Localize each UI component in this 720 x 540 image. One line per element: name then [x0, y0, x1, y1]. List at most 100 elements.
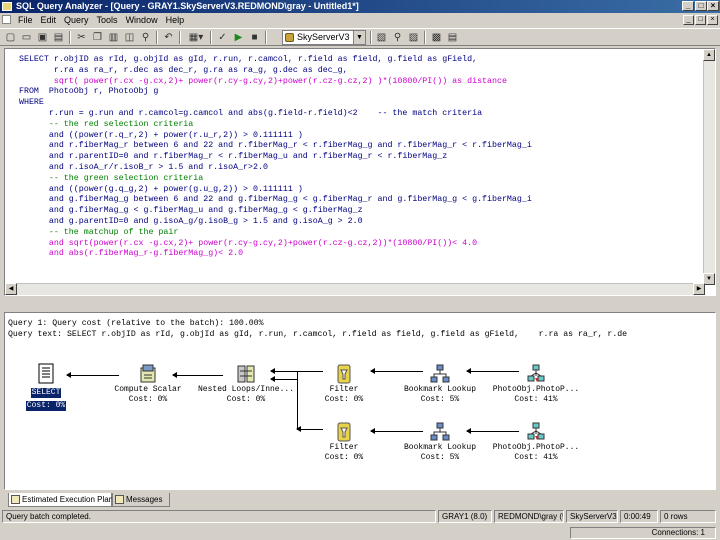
editor-horizontal-scrollbar[interactable]: ◀ ▶ — [5, 283, 705, 295]
show-results-pane-icon[interactable]: ▩ — [430, 31, 443, 44]
plan-node-filter[interactable]: Filter Cost: 0% — [289, 363, 399, 405]
object-search-icon[interactable]: ⚲ — [391, 31, 404, 44]
code-line[interactable]: and r.fiberMag_r between 6 and 22 and r.… — [19, 141, 699, 152]
plan-node-cost: Cost: 5% — [420, 453, 460, 462]
editor-vertical-scrollbar[interactable]: ▲ ▼ — [703, 49, 715, 285]
close-button[interactable]: × — [707, 1, 719, 11]
toolbar-separator — [69, 31, 71, 44]
insert-template-icon[interactable]: ▤ — [52, 31, 65, 44]
status-database: SkyServerV3 — [566, 510, 618, 523]
database-select[interactable]: SkyServerV3 ▼ — [282, 30, 366, 45]
menu-items: File Edit Query Tools Window Help — [14, 13, 188, 27]
menu-edit[interactable]: Edit — [37, 13, 61, 27]
scroll-up-arrow-icon[interactable]: ▲ — [703, 49, 715, 61]
child-minimize-button[interactable]: _ — [683, 15, 694, 25]
title-bar[interactable]: SQL Query Analyzer - [Query - GRAY1.SkyS… — [0, 0, 720, 13]
plan-node-label: Filter — [329, 443, 359, 452]
scroll-left-arrow-icon[interactable]: ◀ — [5, 283, 17, 295]
plan-node-bookmark-lookup[interactable]: Bookmark Lookup Cost: 5% — [385, 421, 495, 463]
code-line[interactable]: and g.parentID=0 and g.isoA_g/g.isoB_g >… — [19, 217, 699, 228]
tab-label: Messages — [126, 495, 163, 504]
menu-window[interactable]: Window — [122, 13, 162, 27]
code-line[interactable]: -- the matchup of the pair — [19, 228, 699, 239]
minimize-button[interactable]: _ — [682, 1, 694, 11]
status-user: REDMOND\gray (51) — [494, 510, 564, 523]
tab-estimated-execution-plan[interactable]: Estimated Execution Plan — [8, 493, 114, 507]
new-query-icon[interactable]: ▢ — [4, 31, 17, 44]
code-line[interactable]: r.ra as ra_r, r.dec as dec_r, g.ra as ra… — [19, 66, 699, 77]
code-line[interactable]: WHERE — [19, 98, 699, 109]
find-icon[interactable]: ⚲ — [139, 31, 152, 44]
database-icon — [285, 33, 294, 42]
code-line[interactable]: -- the green selection criteria — [19, 174, 699, 185]
help-icon[interactable]: ▤ — [446, 31, 459, 44]
menu-help[interactable]: Help — [162, 13, 189, 27]
child-restore-button[interactable]: □ — [695, 15, 706, 25]
plan-node-select[interactable]: SELECT Cost: 0% — [5, 363, 101, 411]
undo-icon[interactable]: ↶ — [162, 31, 175, 44]
code-line[interactable]: sqrt( power(r.cx -g.cx,2)+ power(r.cy-g.… — [19, 77, 699, 88]
plan-node-compute-scalar[interactable]: Compute Scalar Cost: 0% — [93, 363, 203, 405]
messages-icon — [115, 495, 124, 504]
display-plan-icon[interactable]: ▨ — [407, 31, 420, 44]
object-browser-icon[interactable]: ▧ — [375, 31, 388, 44]
code-line[interactable]: and ((power(r.q_r,2) + power(r.u_r,2)) >… — [19, 131, 699, 142]
code-line[interactable]: FROM PhotoObj r, PhotoObj g — [19, 87, 699, 98]
code-line[interactable]: and r.parentID=0 and r.fiberMag_r < r.fi… — [19, 152, 699, 163]
menu-bar: File Edit Query Tools Window Help — [0, 13, 720, 27]
plan-node-nested-loops[interactable]: Nested Loops/Inne... Cost: 0% — [191, 363, 301, 405]
app-icon[interactable] — [2, 2, 12, 11]
plan-node-filter[interactable]: Filter Cost: 0% — [289, 421, 399, 463]
menu-tools[interactable]: Tools — [93, 13, 122, 27]
index-seek-icon — [526, 421, 546, 443]
open-icon[interactable]: ▭ — [20, 31, 33, 44]
scroll-right-arrow-icon[interactable]: ▶ — [693, 283, 705, 295]
cut-icon[interactable]: ✂ — [75, 31, 88, 44]
plan-node-bookmark-lookup[interactable]: Bookmark Lookup Cost: 5% — [385, 363, 495, 405]
status-connections: Connections: 1 — [570, 527, 716, 539]
nested-loops-icon — [236, 363, 256, 385]
code-line[interactable]: and r.isoA_r/r.isoB_r > 1.5 and r.isoA_r… — [19, 163, 699, 174]
tab-messages[interactable]: Messages — [112, 493, 170, 507]
code-line[interactable]: and sqrt(power(r.cx -g.cx,2)+ power(r.cy… — [19, 239, 699, 250]
menu-file[interactable]: File — [14, 13, 37, 27]
parse-query-icon[interactable]: ✓ — [216, 31, 229, 44]
cancel-query-icon[interactable]: ■ — [248, 31, 261, 44]
plan-node-cost: Cost: 41% — [514, 453, 558, 462]
child-close-button[interactable]: × — [707, 15, 718, 25]
toolbar-separator — [370, 31, 372, 44]
code-line[interactable]: and abs(r.fiberMag_r-g.fiberMag_g)< 2.0 — [19, 249, 699, 260]
plan-node-index-seek[interactable]: PhotoObj.PhotoP... Cost: 41% — [481, 363, 591, 405]
execute-icon[interactable]: ▶ — [232, 31, 245, 44]
save-icon[interactable]: ▣ — [36, 31, 49, 44]
code-line[interactable]: SELECT r.objID as rId, g.objId as gId, r… — [19, 55, 699, 66]
clear-window-icon[interactable]: ◫ — [123, 31, 136, 44]
plan-node-cost: Cost: 41% — [514, 395, 558, 404]
plan-node-index-seek[interactable]: PhotoObj.PhotoP... Cost: 41% — [481, 421, 591, 463]
bookmark-lookup-icon — [430, 363, 450, 385]
execute-mode-icon[interactable]: ▦▾ — [186, 31, 206, 44]
code-line[interactable]: and ((power(g.q_g,2) + power(g.u_g,2)) >… — [19, 185, 699, 196]
paste-icon[interactable]: ▥ — [107, 31, 120, 44]
plan-node-label: PhotoObj.PhotoP... — [492, 385, 580, 394]
code-line[interactable]: r.run = g.run and r.camcol=g.camcol and … — [19, 109, 699, 120]
copy-icon[interactable]: ❐ — [91, 31, 104, 44]
plan-node-label: SELECT — [30, 388, 62, 398]
chevron-down-icon[interactable]: ▼ — [353, 31, 365, 44]
status-server: GRAY1 (8.0) — [438, 510, 492, 523]
code-line[interactable]: and g.fiberMag_g between 6 and 22 and g.… — [19, 195, 699, 206]
sql-editor[interactable]: SELECT r.objID as rId, g.objId as gId, r… — [4, 48, 716, 296]
menu-query[interactable]: Query — [60, 13, 93, 27]
compute-scalar-icon — [138, 363, 158, 385]
sql-code[interactable]: SELECT r.objID as rId, g.objId as gId, r… — [19, 55, 699, 260]
status-bar: Query batch completed. GRAY1 (8.0) REDMO… — [0, 509, 720, 524]
status-elapsed: 0:00:49 — [620, 510, 658, 523]
maximize-button[interactable]: □ — [695, 1, 707, 11]
execution-plan-pane[interactable]: Query 1: Query cost (relative to the bat… — [4, 312, 716, 490]
code-line[interactable]: -- the red selection criteria — [19, 120, 699, 131]
code-line[interactable]: and g.fiberMag_g < g.fiberMag_u and g.fi… — [19, 206, 699, 217]
tab-label: Estimated Execution Plan — [22, 495, 114, 504]
connection-bar: Connections: 1 — [0, 526, 720, 540]
filter-icon — [334, 421, 354, 443]
document-icon[interactable] — [2, 15, 11, 24]
